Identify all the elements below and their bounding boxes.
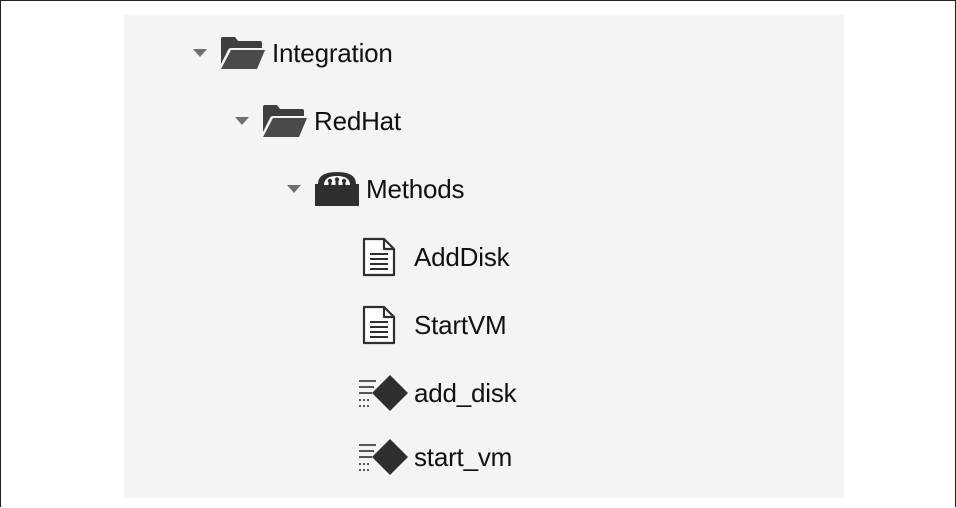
methods-class-icon [314, 167, 366, 211]
tree-node-methods[interactable]: Methods [286, 167, 465, 211]
document-icon [362, 235, 414, 279]
tree-node-startvm[interactable]: StartVM [362, 303, 507, 347]
tree-node-label: add_disk [414, 377, 517, 408]
tree-node-add-disk[interactable]: add_disk [356, 371, 517, 415]
tree-node-start-vm[interactable]: start_vm [356, 435, 512, 479]
tree-node-integration[interactable]: Integration [192, 31, 393, 75]
tree-node-label: RedHat [314, 105, 401, 136]
folder-open-icon [220, 31, 272, 75]
tree-panel: Integration RedHat Methods AddDisk Start… [124, 15, 844, 498]
expand-toggle-icon[interactable] [234, 99, 262, 143]
tree-node-adddisk[interactable]: AddDisk [362, 235, 510, 279]
tree-node-label: Integration [272, 37, 393, 68]
tree-node-redhat[interactable]: RedHat [234, 99, 401, 143]
document-icon [362, 303, 414, 347]
tree-node-label: StartVM [414, 309, 507, 340]
tree-node-label: Methods [366, 173, 465, 204]
tree-node-label: AddDisk [414, 241, 510, 272]
tree-node-label: start_vm [414, 441, 513, 472]
folder-open-icon [262, 99, 314, 143]
method-script-icon [356, 435, 414, 479]
expand-toggle-icon[interactable] [192, 31, 220, 75]
expand-toggle-icon[interactable] [286, 167, 314, 211]
method-script-icon [356, 371, 414, 415]
